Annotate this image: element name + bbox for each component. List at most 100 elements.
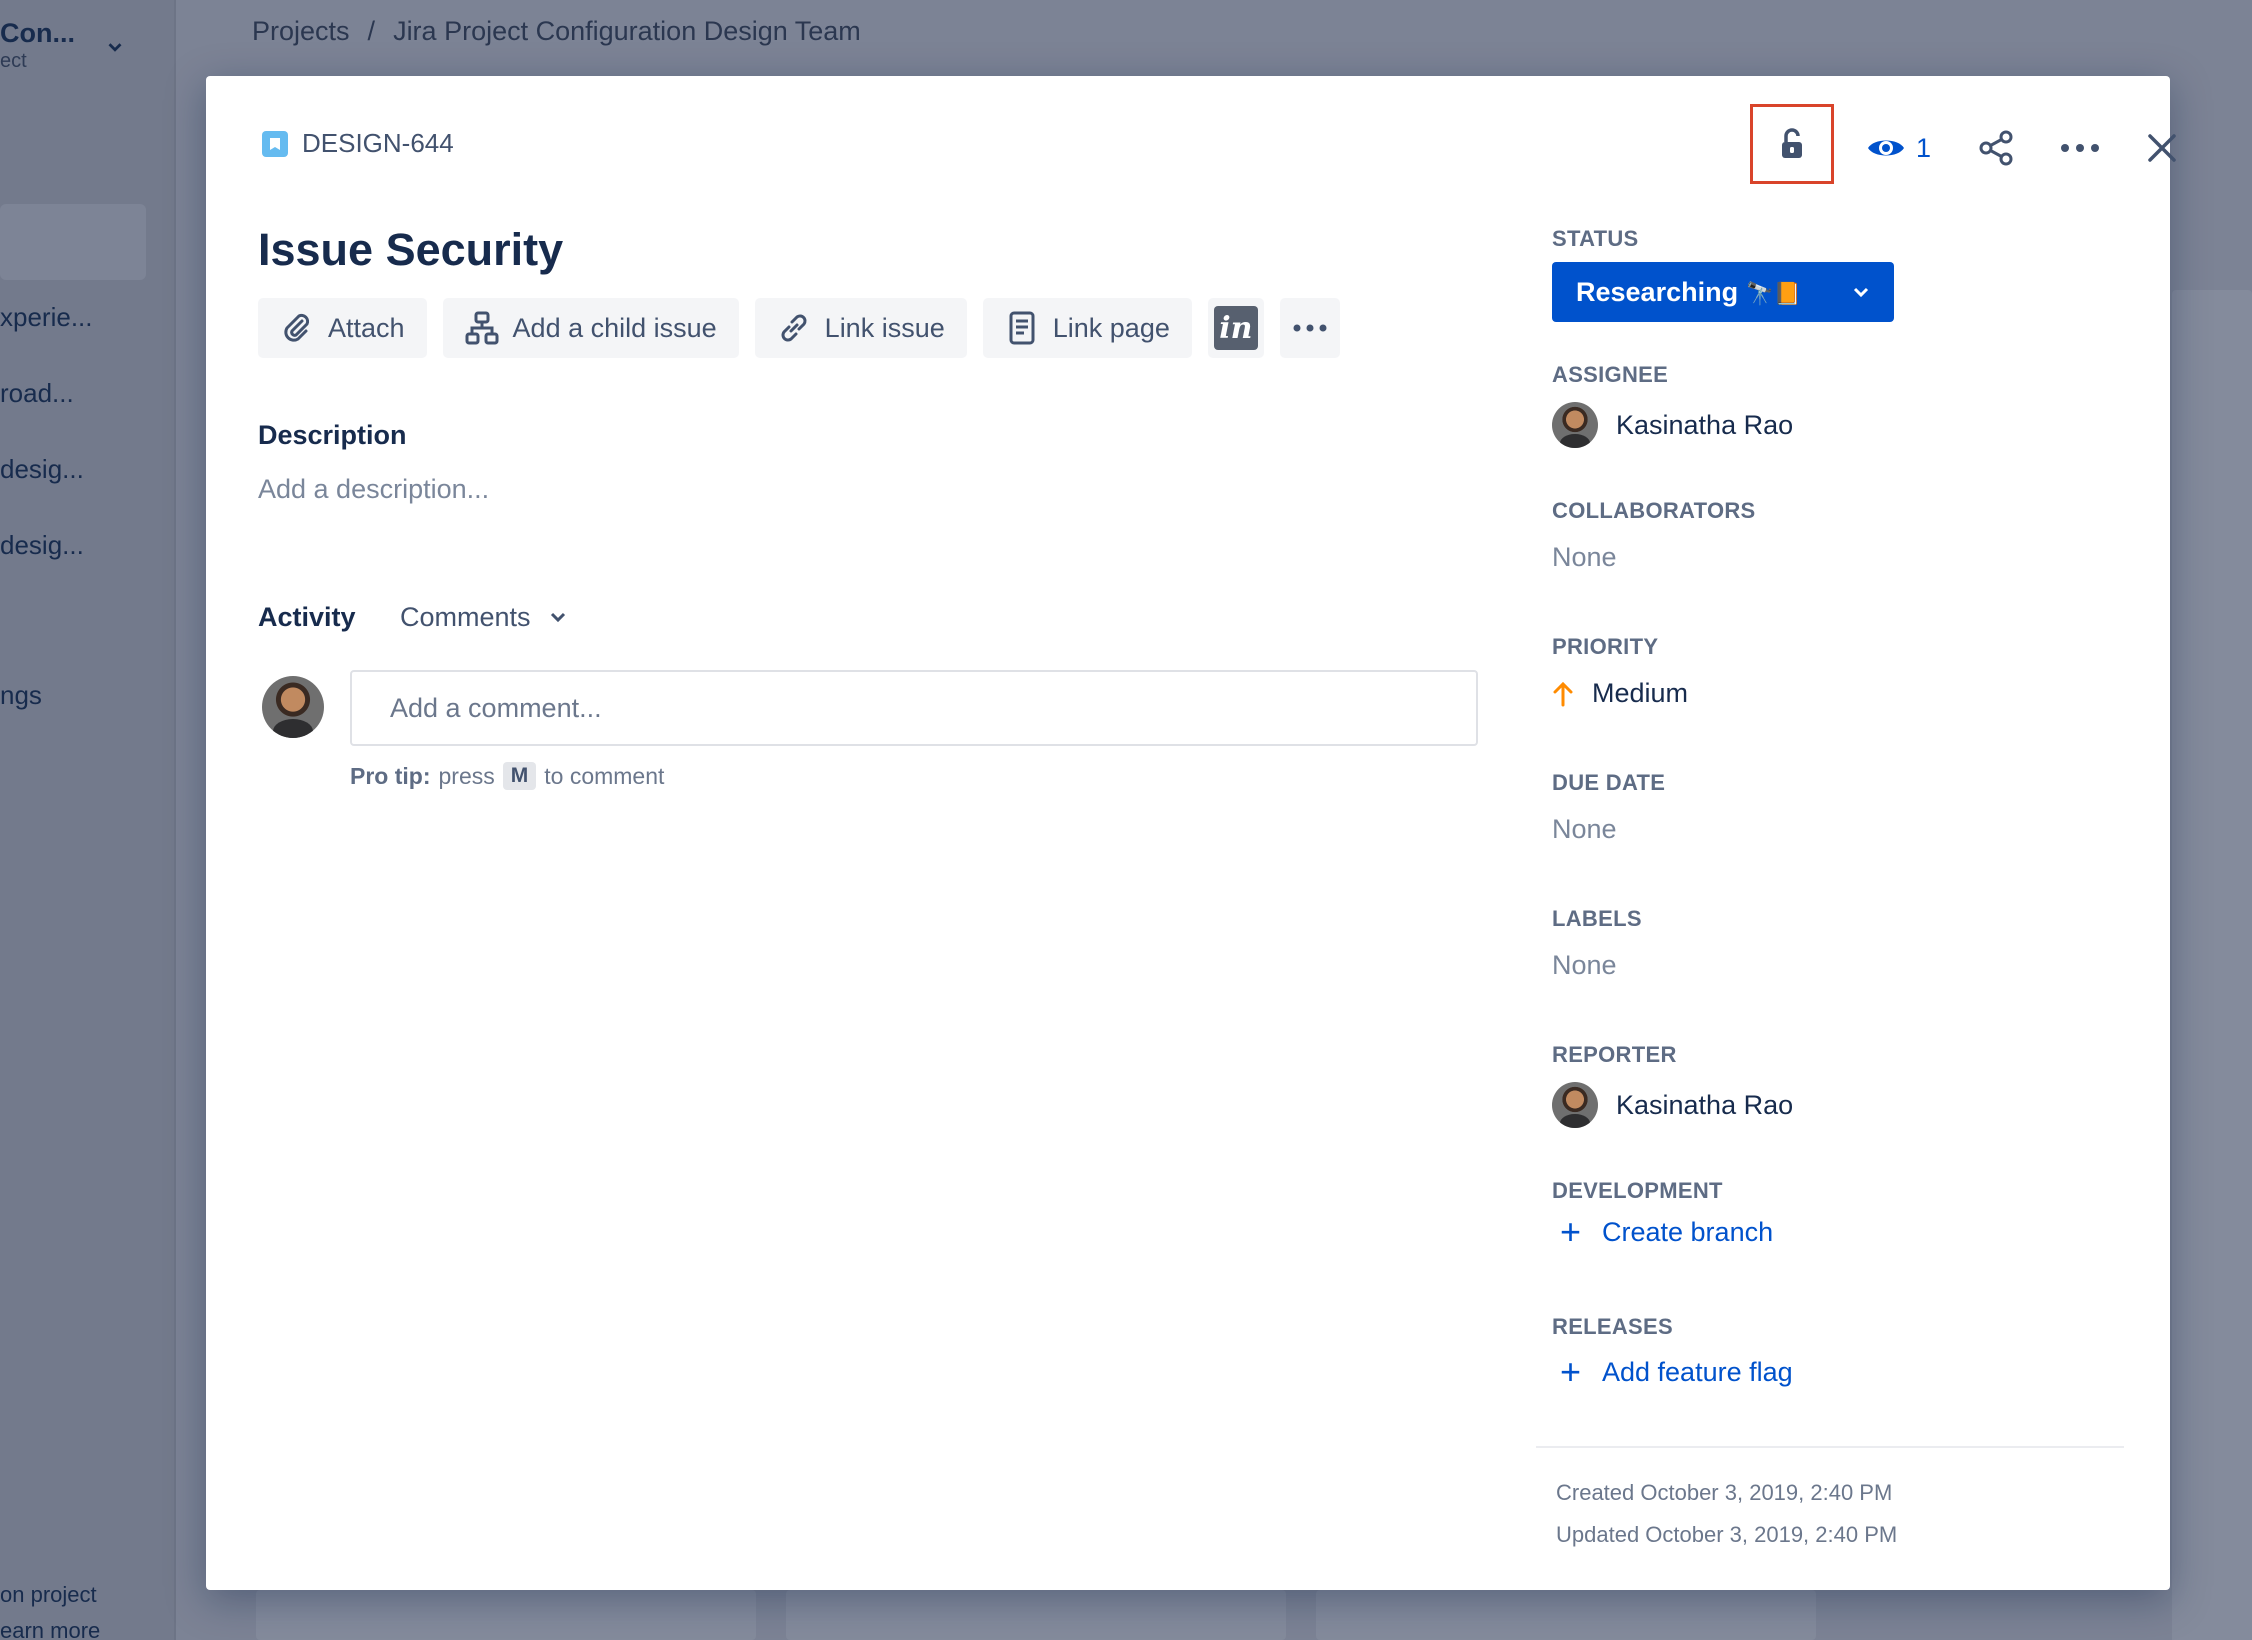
- assignee-name: Kasinatha Rao: [1616, 409, 1794, 440]
- attach-button[interactable]: Attach: [258, 298, 427, 358]
- breadcrumb-project[interactable]: Jira Project Configuration Design Team: [393, 16, 861, 46]
- chevron-down-icon[interactable]: [104, 36, 126, 58]
- priority-label: PRIORITY: [1552, 634, 1659, 659]
- invision-icon: in: [1213, 306, 1258, 350]
- activity-filter-dropdown[interactable]: Comments: [392, 596, 575, 638]
- background-project-subtitle: ect: [0, 50, 27, 72]
- issue-key[interactable]: DESIGN-644: [262, 128, 454, 159]
- watch-count: 1: [1916, 132, 1932, 163]
- description-label: Description: [258, 420, 407, 450]
- plus-icon: +: [1560, 1211, 1582, 1252]
- eye-icon: [1868, 140, 1904, 156]
- status-field: STATUS Researching 🔭📙: [1552, 226, 1894, 322]
- current-user-avatar: [262, 676, 324, 738]
- unlock-icon: [1782, 128, 1802, 158]
- page-icon: [1005, 311, 1039, 345]
- status-value: Researching: [1576, 276, 1739, 307]
- add-feature-flag-label: Add feature flag: [1602, 1356, 1793, 1387]
- background-footer-item[interactable]: earn more: [0, 1618, 100, 1640]
- updated-timestamp: Updated October 3, 2019, 2:40 PM: [1556, 1522, 1898, 1547]
- created-timestamp: Created October 3, 2019, 2:40 PM: [1556, 1480, 1893, 1505]
- attach-label: Attach: [328, 312, 405, 343]
- priority-text: Medium: [1592, 678, 1689, 708]
- background-project-name: Con...: [0, 18, 75, 48]
- chevron-down-icon: [550, 612, 565, 623]
- keyboard-shortcut-key: M: [502, 762, 537, 790]
- background-nav-item[interactable]: desig...: [0, 454, 84, 485]
- pro-tip-press: press: [438, 762, 495, 789]
- create-branch-link[interactable]: + Create branch: [1552, 1214, 1773, 1250]
- background-board-column: [786, 1590, 1286, 1640]
- issue-modal: DESIGN-644 1 Issue Security Attach Add a…: [206, 76, 2176, 1590]
- close-button[interactable]: [2136, 122, 2188, 174]
- development-field: DEVELOPMENT + Create branch: [1552, 1178, 1773, 1250]
- background-board-column: [256, 1590, 756, 1640]
- labels-value[interactable]: None: [1552, 950, 1642, 981]
- due-date-label: DUE DATE: [1552, 770, 1666, 795]
- reporter-label: REPORTER: [1552, 1042, 1677, 1067]
- status-emoji: 🔭📙: [1746, 280, 1801, 306]
- assignee-value[interactable]: Kasinatha Rao: [1552, 402, 1793, 448]
- activity-label: Activity: [258, 602, 356, 632]
- collaborators-field: COLLABORATORS None: [1552, 498, 1756, 573]
- issue-key-text[interactable]: DESIGN-644: [302, 128, 454, 159]
- collaborators-label: COLLABORATORS: [1552, 498, 1756, 523]
- add-child-issue-button[interactable]: Add a child issue: [442, 298, 739, 358]
- pro-tip-text: to comment: [544, 762, 665, 789]
- reporter-value[interactable]: Kasinatha Rao: [1552, 1082, 1793, 1128]
- background-board-column: [2172, 290, 2252, 1640]
- more-actions-button[interactable]: [2054, 122, 2106, 174]
- toolbar-more-button[interactable]: [1279, 298, 1340, 358]
- more-icon: [1293, 324, 1327, 332]
- status-dropdown[interactable]: Researching 🔭📙: [1552, 262, 1894, 322]
- security-lock-button[interactable]: [1750, 104, 1834, 184]
- assignee-label: ASSIGNEE: [1552, 362, 1669, 387]
- background-board-column: [1316, 1590, 1816, 1640]
- background-nav-item[interactable]: road...: [0, 378, 74, 409]
- avatar: [1552, 402, 1598, 448]
- watch-button[interactable]: 1: [1866, 122, 1931, 174]
- priority-medium-icon: [1553, 681, 1573, 706]
- link-issue-button[interactable]: Link issue: [754, 298, 967, 358]
- reporter-field: REPORTER Kasinatha Rao: [1552, 1042, 1793, 1128]
- description-input[interactable]: Add a description...: [258, 474, 489, 505]
- due-date-field: DUE DATE None: [1552, 770, 1665, 845]
- priority-value[interactable]: Medium: [1552, 678, 1688, 709]
- story-icon: [262, 130, 288, 157]
- paperclip-icon: [280, 311, 314, 345]
- link-page-button[interactable]: Link page: [982, 298, 1192, 358]
- chevron-down-icon: [1853, 287, 1869, 298]
- share-button[interactable]: [1970, 122, 2022, 174]
- collaborators-value[interactable]: None: [1552, 542, 1756, 573]
- background-nav-item[interactable]: ngs: [0, 680, 42, 711]
- breadcrumb: Projects / Jira Project Configuration Desi…: [252, 16, 861, 46]
- labels-field: LABELS None: [1552, 906, 1642, 981]
- link-icon: [777, 311, 811, 345]
- issue-title[interactable]: Issue Security: [258, 224, 563, 276]
- reporter-name: Kasinatha Rao: [1616, 1089, 1794, 1120]
- background-nav-highlight: [0, 204, 146, 280]
- due-date-value[interactable]: None: [1552, 814, 1665, 845]
- background-nav-item[interactable]: desig...: [0, 530, 84, 561]
- issue-toolbar: Attach Add a child issue Link issue Link…: [258, 298, 1340, 358]
- status-label: STATUS: [1552, 226, 1639, 251]
- hierarchy-icon: [465, 311, 499, 345]
- background-sidebar: Con... ect xperie... road... desig... de…: [0, 0, 176, 1640]
- comment-input[interactable]: Add a comment...: [350, 670, 1478, 746]
- background-nav-item[interactable]: xperie...: [0, 302, 93, 333]
- breadcrumb-projects[interactable]: Projects: [252, 16, 350, 46]
- plus-icon: +: [1560, 1351, 1582, 1392]
- releases-label: RELEASES: [1552, 1314, 1673, 1339]
- releases-field: RELEASES + Add feature flag: [1552, 1314, 1793, 1390]
- avatar: [1552, 1082, 1598, 1128]
- invision-button[interactable]: in: [1207, 298, 1264, 358]
- assignee-field: ASSIGNEE Kasinatha Rao: [1552, 362, 1793, 448]
- create-branch-label: Create branch: [1602, 1216, 1774, 1247]
- link-page-label: Link page: [1052, 312, 1170, 343]
- pro-tip-label: Pro tip:: [350, 762, 431, 789]
- background-footer-item[interactable]: on project: [0, 1582, 97, 1608]
- development-label: DEVELOPMENT: [1552, 1178, 1723, 1203]
- add-feature-flag-link[interactable]: + Add feature flag: [1552, 1354, 1793, 1390]
- divider: [1536, 1446, 2124, 1448]
- activity-filter-value: Comments: [400, 601, 531, 632]
